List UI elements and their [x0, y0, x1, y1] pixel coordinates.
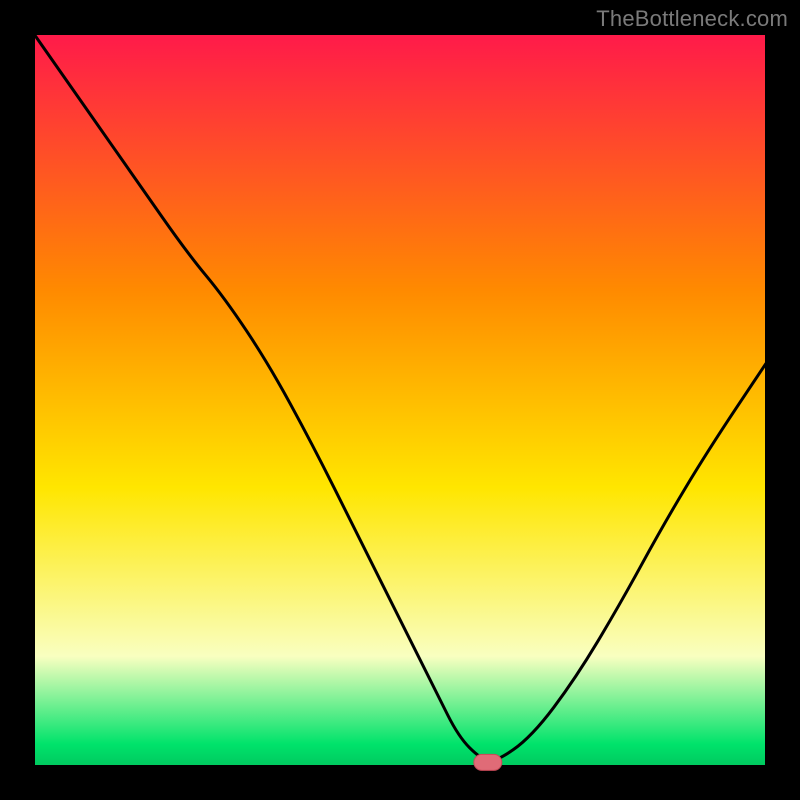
bottleneck-chart — [0, 0, 800, 800]
optimal-point-marker — [474, 754, 502, 770]
chart-container: TheBottleneck.com — [0, 0, 800, 800]
plot-background — [34, 34, 766, 766]
watermark-text: TheBottleneck.com — [596, 6, 788, 32]
